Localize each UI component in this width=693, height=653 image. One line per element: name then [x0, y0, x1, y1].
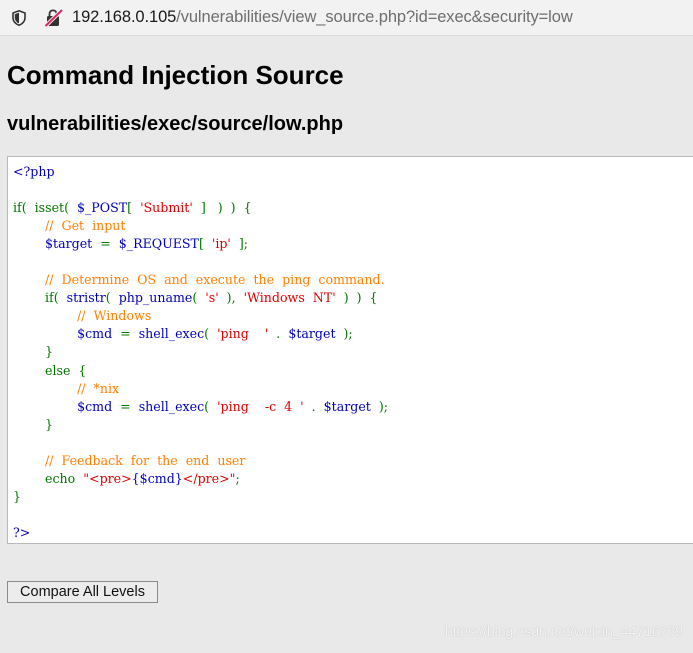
- code-token: // Determine OS and execute the ping com…: [45, 272, 385, 288]
- code-token: $cmd: [77, 326, 113, 342]
- code-token: }: [13, 488, 22, 504]
- code-token: .: [303, 398, 324, 414]
- code-token: else {: [13, 362, 87, 378]
- code-token: 'ping ': [217, 326, 269, 342]
- code-token: $target: [323, 398, 371, 414]
- code-token: }: [13, 416, 54, 432]
- source-file-path: vulnerabilities/exec/source/low.php: [7, 113, 344, 135]
- code-token: if(: [13, 290, 67, 306]
- code-token: [: [127, 200, 141, 216]
- page-title: Command Injection Source: [7, 60, 344, 90]
- code-token: if(: [13, 200, 35, 216]
- code-token: .: [268, 326, 289, 342]
- code-token: }: [13, 344, 54, 360]
- code-token: ];: [230, 236, 249, 252]
- code-token: 'ping -c 4 ': [217, 398, 304, 414]
- code-token: ;: [235, 470, 240, 486]
- code-token: // *nix: [77, 380, 120, 396]
- code-token: ),: [218, 290, 244, 306]
- code-line: // *nix: [13, 380, 388, 398]
- code-token: stristr: [66, 290, 106, 306]
- code-line: $target = $_REQUEST[ 'ip' ];: [13, 235, 388, 253]
- address-bar[interactable]: 192.168.0.105/vulnerabilities/view_sourc…: [0, 0, 693, 36]
- code-line: // Windows: [13, 307, 388, 325]
- code-token: isset(: [34, 200, 77, 216]
- code-token: $cmd: [77, 398, 113, 414]
- code-token: (: [204, 398, 218, 414]
- code-token: =: [112, 398, 139, 414]
- code-token: (: [192, 290, 206, 306]
- code-line: }: [13, 488, 388, 506]
- code-line: echo "<pre>{$cmd}</pre>";: [13, 470, 388, 488]
- insecure-lock-icon[interactable]: [44, 9, 64, 27]
- code-token: $_POST: [77, 200, 128, 216]
- code-token: ?>: [13, 524, 31, 540]
- code-token: "<pre>: [83, 470, 132, 486]
- code-line: // Determine OS and execute the ping com…: [13, 271, 388, 289]
- compare-all-levels-button[interactable]: Compare All Levels: [7, 581, 158, 603]
- code-line: else {: [13, 362, 388, 380]
- code-token: 'Windows NT': [243, 290, 336, 306]
- url-path: /vulnerabilities/view_source.php?id=exec…: [176, 8, 573, 26]
- code-line: if( isset( $_POST[ 'Submit' ] ) ) {: [13, 199, 388, 217]
- code-token: ] ) ) {: [192, 200, 252, 216]
- code-token: (: [105, 290, 119, 306]
- code-line: if( stristr( php_uname( 's' ), 'Windows …: [13, 289, 388, 307]
- code-token: );: [335, 326, 353, 342]
- code-line: <?php: [13, 163, 388, 181]
- code-line: }: [13, 416, 388, 434]
- code-token: ) ) {: [335, 290, 378, 306]
- code-line: $cmd = shell_exec( 'ping ' . $target );: [13, 325, 388, 343]
- code-token: // Feedback for the end user: [45, 452, 246, 468]
- code-token: 'ip': [211, 236, 231, 252]
- code-line: ?>: [13, 524, 388, 542]
- shield-icon[interactable]: [12, 10, 26, 26]
- code-line: // Feedback for the end user: [13, 452, 388, 470]
- url-host: 192.168.0.105: [72, 8, 177, 26]
- code-line: // Get input: [13, 217, 388, 235]
- url-field[interactable]: 192.168.0.105/vulnerabilities/view_sourc…: [72, 8, 573, 27]
- code-token: $_REQUEST: [118, 236, 199, 252]
- watermark: https://blog.csdn.net/weixin_44716769: [444, 623, 683, 639]
- source-code: <?php if( isset( $_POST[ 'Submit' ] ) ) …: [13, 163, 388, 542]
- code-token: shell_exec: [138, 326, 205, 342]
- code-token: {$cmd}: [131, 470, 183, 486]
- code-line: }: [13, 343, 388, 361]
- code-token: // Get input: [45, 218, 126, 234]
- code-token: shell_exec: [138, 398, 205, 414]
- code-token: </pre>": [182, 470, 236, 486]
- code-token: (: [204, 326, 218, 342]
- code-token: 'Submit': [140, 200, 193, 216]
- code-token: 's': [205, 290, 219, 306]
- code-token: // Windows: [77, 308, 152, 324]
- code-token: );: [370, 398, 389, 414]
- code-token: $target: [45, 236, 93, 252]
- source-code-panel: <?php if( isset( $_POST[ 'Submit' ] ) ) …: [7, 156, 693, 544]
- code-token: echo: [13, 470, 84, 486]
- code-token: <?php: [13, 164, 55, 179]
- code-token: [: [198, 236, 212, 252]
- code-token: $target: [288, 326, 336, 342]
- code-token: php_uname: [118, 290, 193, 306]
- code-token: =: [92, 236, 119, 252]
- code-token: =: [112, 326, 139, 342]
- code-line: $cmd = shell_exec( 'ping -c 4 ' . $targe…: [13, 398, 388, 416]
